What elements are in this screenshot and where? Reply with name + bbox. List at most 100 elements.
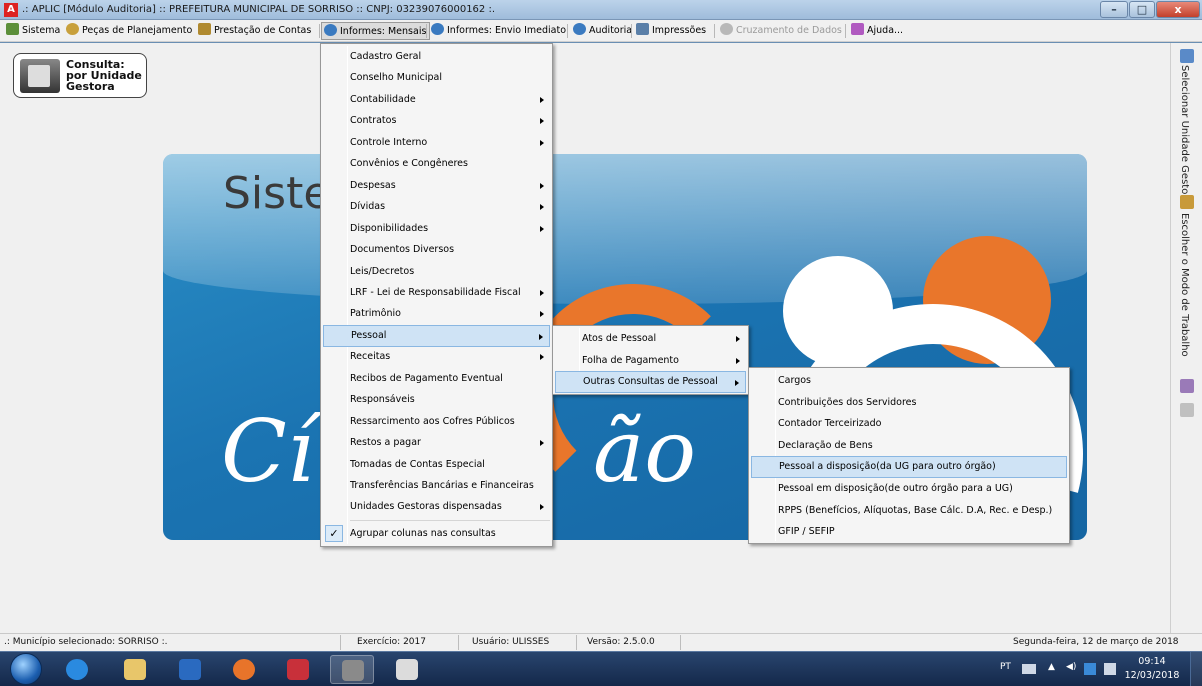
- menu-separator: [714, 24, 715, 38]
- taskbar-explorer[interactable]: [113, 655, 157, 684]
- consulta-unidade-gestora-button[interactable]: Consulta: por Unidade Gestora: [13, 53, 147, 98]
- status-divider: [576, 635, 577, 650]
- clock-date: 12/03/2018: [1124, 670, 1180, 681]
- menu-separator: [426, 24, 427, 38]
- taskbar-ie[interactable]: [55, 655, 99, 684]
- menu-item-pessoal[interactable]: Pessoal: [323, 324, 550, 347]
- network-icon[interactable]: [1084, 663, 1096, 675]
- submenu-arrow-icon: [735, 380, 739, 386]
- action-center-icon[interactable]: [1104, 663, 1116, 675]
- selecionar-unidade-gestora-button[interactable]: Selecionar Unidade Gestora: [1179, 65, 1190, 205]
- menu-cruzamento-dados[interactable]: Cruzamento de Dados: [718, 22, 845, 40]
- minimize-button[interactable]: –: [1100, 1, 1128, 18]
- menu-separator: [631, 24, 632, 38]
- menu-item-disponibilidades[interactable]: Disponibilidades: [323, 218, 550, 240]
- edit-icon[interactable]: [1180, 379, 1194, 393]
- submenu-arrow-icon: [736, 336, 740, 342]
- maximize-button[interactable]: □: [1129, 1, 1155, 18]
- menu-item-patrimonio[interactable]: Patrimônio: [323, 303, 550, 325]
- status-divider: [680, 635, 681, 650]
- menu-item-ressarcimento-aos-cofres-publicos[interactable]: Ressarcimento aos Cofres Públicos: [323, 411, 550, 433]
- checkmark-icon: ✓: [325, 525, 343, 542]
- clock[interactable]: 09:14 12/03/2018: [1124, 655, 1180, 683]
- submenu-item-cargos[interactable]: Cargos: [751, 370, 1067, 392]
- menu-item-convenios-e-congeneres[interactable]: Convênios e Congêneres: [323, 153, 550, 175]
- submenu-item-contador-terceirizado[interactable]: Contador Terceirizado: [751, 413, 1067, 435]
- start-button[interactable]: [10, 653, 42, 685]
- auditoria-icon: [573, 23, 586, 35]
- app-icon: A: [4, 3, 18, 17]
- menu-item-leis-decretos[interactable]: Leis/Decretos: [323, 261, 550, 283]
- submenu-item-pessoal-em-disposicao-de-outro-orgao-para-a-ug[interactable]: Pessoal em disposição(de outro órgão par…: [751, 478, 1067, 500]
- taskbar-aplic[interactable]: [330, 655, 374, 684]
- informes-icon: [324, 24, 337, 36]
- submenu-arrow-icon: [540, 118, 544, 125]
- submenu-item-rpps-beneficios-aliquotas-base-calc-d-a-rec-e-desp[interactable]: RPPS (Benefícios, Alíquotas, Base Cálc. …: [751, 500, 1067, 522]
- tray-arrow-icon[interactable]: ▲: [1048, 662, 1055, 672]
- building-icon: [20, 59, 60, 93]
- selecionar-ug-icon: [1180, 49, 1194, 63]
- menu-sistema[interactable]: Sistema: [4, 22, 63, 40]
- menu-item-cadastro-geral[interactable]: Cadastro Geral: [323, 46, 550, 68]
- menu-item-lrf-lei-de-responsabilidade-fiscal[interactable]: LRF - Lei de Responsabilidade Fiscal: [323, 282, 550, 304]
- banner-cidadao-right: ão: [593, 402, 697, 502]
- banner-cidadao-left: Cí: [221, 402, 315, 502]
- menu-separator: [319, 24, 320, 38]
- taskbar-media[interactable]: [168, 655, 212, 684]
- menu-item-recibos-de-pagamento-eventual[interactable]: Recibos de Pagamento Eventual: [323, 368, 550, 390]
- help-icon: [851, 23, 864, 35]
- status-usuario: Usuário: ULISSES: [472, 637, 550, 647]
- menu-separator: [845, 24, 846, 38]
- menu-item-dividas[interactable]: Dívidas: [323, 196, 550, 218]
- submenu-item-contribuicoes-dos-servidores[interactable]: Contribuições dos Servidores: [751, 392, 1067, 414]
- sistema-icon: [6, 23, 19, 35]
- menu-item-despesas[interactable]: Despesas: [323, 175, 550, 197]
- menu-auditoria[interactable]: Auditoria: [571, 22, 635, 40]
- volume-icon[interactable]: ◀): [1066, 662, 1076, 672]
- aplic-icon: [342, 660, 364, 681]
- pdf-icon: [396, 659, 418, 680]
- menu-item-responsaveis[interactable]: Responsáveis: [323, 389, 550, 411]
- app-red-icon: [287, 659, 309, 680]
- menu-informes-mensais[interactable]: Informes: Mensais: [321, 22, 431, 40]
- submenu-item-pessoal-a-disposicao-da-ug-para-outro-orgao[interactable]: Pessoal a disposição(da UG para outro ór…: [751, 456, 1067, 479]
- money-icon: [198, 23, 211, 35]
- menu-item-documentos-diversos[interactable]: Documentos Diversos: [323, 239, 550, 261]
- status-bar: .: Município selecionado: SORRISO :. Exe…: [0, 633, 1202, 651]
- menu-informes-envio[interactable]: Informes: Envio Imediato: [429, 22, 569, 40]
- menu-item-transferencias-bancarias-e-financeiras[interactable]: Transferências Bancárias e Financeiras: [323, 475, 550, 497]
- submenu-arrow-icon: [540, 440, 544, 447]
- menu-pecas-planejamento[interactable]: Peças de Planejamento: [64, 22, 195, 40]
- taskbar-firefox[interactable]: [222, 655, 266, 684]
- menu-item-agrupar-colunas[interactable]: ✓ Agrupar colunas nas consultas: [323, 523, 550, 545]
- submenu-item-gfip-sefip[interactable]: GFIP / SEFIP: [751, 521, 1067, 543]
- menu-ajuda[interactable]: Ajuda...: [849, 22, 906, 40]
- show-desktop-button[interactable]: [1190, 652, 1202, 686]
- submenu-item-atos-de-pessoal[interactable]: Atos de Pessoal: [555, 328, 746, 350]
- tool-icon[interactable]: [1180, 403, 1194, 417]
- informes-mensais-dropdown: Cadastro Geral Conselho Municipal Contabil…: [320, 43, 553, 547]
- keyboard-icon[interactable]: [1022, 664, 1036, 674]
- submenu-item-outras-consultas-de-pessoal[interactable]: Outras Consultas de Pessoal: [555, 371, 746, 393]
- consulta-button-label: Consulta: por Unidade Gestora: [66, 58, 142, 93]
- menu-item-restos-a-pagar[interactable]: Restos a pagar: [323, 432, 550, 454]
- menu-item-conselho-municipal[interactable]: Conselho Municipal: [323, 67, 550, 89]
- menu-item-controle-interno[interactable]: Controle Interno: [323, 132, 550, 154]
- submenu-arrow-icon: [540, 354, 544, 361]
- menu-item-tomadas-de-contas-especial[interactable]: Tomadas de Contas Especial: [323, 454, 550, 476]
- menu-item-contratos[interactable]: Contratos: [323, 110, 550, 132]
- menu-item-unidades-gestoras-dispensadas[interactable]: Unidades Gestoras dispensadas: [323, 496, 550, 518]
- submenu-item-declaracao-de-bens[interactable]: Declaração de Bens: [751, 435, 1067, 457]
- menu-impressoes[interactable]: Impressões: [634, 22, 709, 40]
- close-button[interactable]: x: [1156, 1, 1200, 18]
- submenu-item-folha-de-pagamento[interactable]: Folha de Pagamento: [555, 350, 746, 372]
- menu-item-receitas[interactable]: Receitas: [323, 346, 550, 368]
- menu-bar: Sistema Peças de Planejamento Prestação …: [0, 20, 1202, 42]
- title-bar: A .: APLIC [Módulo Auditoria] :: PREFEIT…: [0, 0, 1202, 20]
- taskbar-app-red[interactable]: [276, 655, 320, 684]
- tray-language[interactable]: PT: [1000, 662, 1011, 672]
- menu-prestacao-contas[interactable]: Prestação de Contas: [196, 22, 314, 40]
- taskbar-pdf[interactable]: [385, 655, 429, 684]
- escolher-modo-trabalho-button[interactable]: Escolher o Modo de Trabalho: [1179, 213, 1190, 357]
- menu-item-contabilidade[interactable]: Contabilidade: [323, 89, 550, 111]
